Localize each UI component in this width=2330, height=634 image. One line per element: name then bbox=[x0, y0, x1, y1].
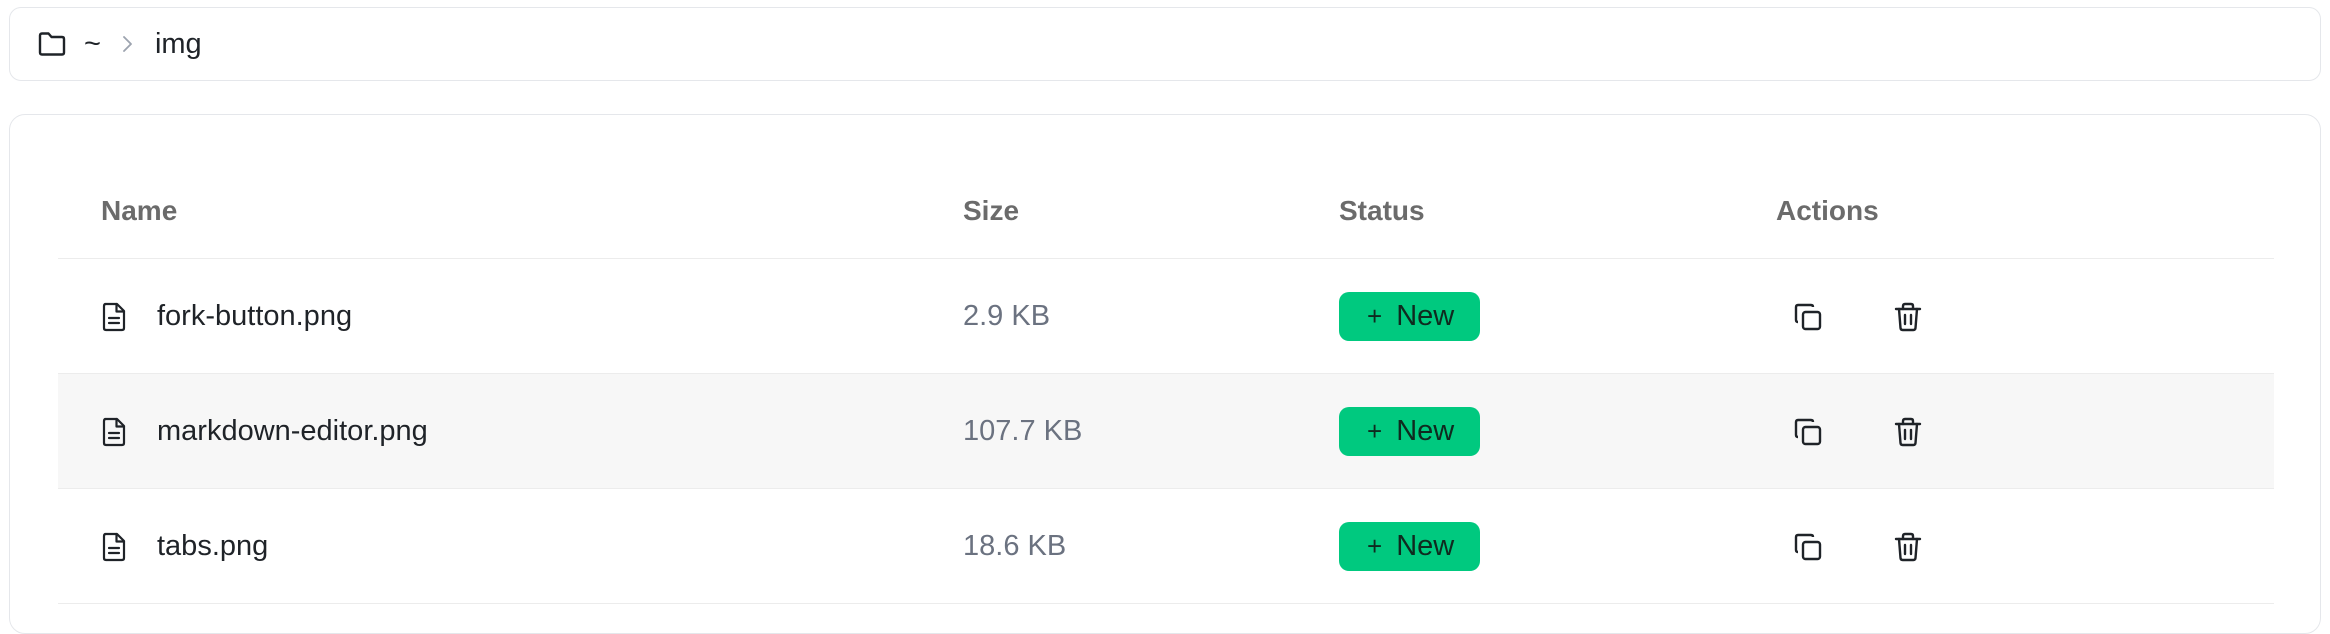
status-badge: + New bbox=[1339, 522, 1481, 571]
status-label: New bbox=[1396, 415, 1455, 447]
file-text-icon bbox=[101, 302, 129, 332]
table-row[interactable]: fork-button.png 2.9 KB + New bbox=[58, 259, 2274, 374]
folder-icon bbox=[38, 31, 66, 57]
file-name-link[interactable]: tabs.png bbox=[157, 530, 268, 563]
file-table-panel: Name Size Status Actions fork-button.png bbox=[9, 114, 2321, 634]
table-row[interactable]: markdown-editor.png 107.7 KB + New bbox=[58, 374, 2274, 489]
trash-icon bbox=[1894, 302, 1922, 332]
delete-button[interactable] bbox=[1890, 299, 1926, 335]
status-cell: + New bbox=[1339, 374, 1481, 489]
status-cell: + New bbox=[1339, 489, 1481, 604]
copy-button[interactable] bbox=[1790, 299, 1826, 335]
size-cell: 2.9 KB bbox=[963, 259, 1050, 374]
column-header-actions: Actions bbox=[1776, 195, 1879, 226]
file-text-icon bbox=[101, 532, 129, 562]
status-label: New bbox=[1396, 300, 1455, 332]
status-cell: + New bbox=[1339, 259, 1481, 374]
file-text-icon bbox=[101, 417, 129, 447]
file-size: 107.7 KB bbox=[963, 415, 1083, 447]
column-header-status: Status bbox=[1339, 195, 1425, 226]
trash-icon bbox=[1894, 417, 1922, 447]
plus-icon: + bbox=[1367, 416, 1383, 446]
breadcrumb-home-link[interactable]: ~ bbox=[84, 28, 101, 61]
file-size: 18.6 KB bbox=[963, 530, 1067, 562]
column-header-name: Name bbox=[101, 195, 178, 226]
trash-icon bbox=[1894, 532, 1922, 562]
plus-icon: + bbox=[1367, 301, 1383, 331]
copy-icon bbox=[1794, 303, 1822, 331]
file-name-link[interactable]: markdown-editor.png bbox=[157, 415, 428, 448]
status-badge: + New bbox=[1339, 407, 1481, 456]
size-cell: 18.6 KB bbox=[963, 489, 1066, 604]
copy-button[interactable] bbox=[1790, 529, 1826, 565]
delete-button[interactable] bbox=[1890, 414, 1926, 450]
chevron-right-icon bbox=[121, 35, 133, 53]
file-name-link[interactable]: fork-button.png bbox=[157, 300, 352, 333]
copy-icon bbox=[1794, 533, 1822, 561]
name-cell: tabs.png bbox=[101, 489, 268, 604]
breadcrumb: ~ img bbox=[9, 7, 2321, 81]
delete-button[interactable] bbox=[1890, 529, 1926, 565]
file-size: 2.9 KB bbox=[963, 300, 1051, 332]
copy-button[interactable] bbox=[1790, 414, 1826, 450]
plus-icon: + bbox=[1367, 531, 1383, 561]
name-cell: fork-button.png bbox=[101, 259, 352, 374]
size-cell: 107.7 KB bbox=[963, 374, 1082, 489]
copy-icon bbox=[1794, 418, 1822, 446]
name-cell: markdown-editor.png bbox=[101, 374, 428, 489]
column-header-size: Size bbox=[963, 195, 1020, 226]
table-row[interactable]: tabs.png 18.6 KB + New bbox=[58, 489, 2274, 604]
status-badge: + New bbox=[1339, 292, 1481, 341]
table-header: Name Size Status Actions bbox=[58, 115, 2274, 259]
breadcrumb-current: img bbox=[154, 27, 202, 60]
status-label: New bbox=[1396, 530, 1455, 562]
